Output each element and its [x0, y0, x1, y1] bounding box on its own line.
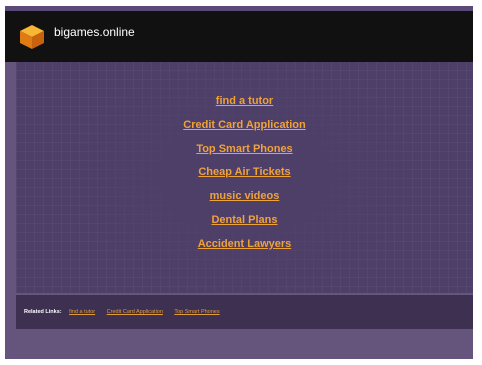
link-find-a-tutor[interactable]: find a tutor: [16, 94, 473, 118]
sponsored-links-list: find a tutor Credit Card Application Top…: [16, 94, 473, 261]
related-links-footer: Related Links: find a tutor Credit Card …: [16, 295, 473, 329]
link-music-videos[interactable]: music videos: [16, 189, 473, 213]
related-links-row: Related Links: find a tutor Credit Card …: [24, 308, 230, 316]
bottom-band: [5, 329, 473, 359]
related-links-label: Related Links:: [24, 309, 62, 315]
main-content: find a tutor Credit Card Application Top…: [16, 62, 473, 293]
link-cheap-air-tickets[interactable]: Cheap Air Tickets: [16, 165, 473, 189]
footer-link-credit-card-application[interactable]: Credit Card Application: [107, 309, 163, 315]
orange-cube-logo-icon[interactable]: [18, 23, 46, 51]
footer-link-find-a-tutor[interactable]: find a tutor: [69, 309, 95, 315]
site-name[interactable]: bigames.online: [54, 24, 135, 40]
link-top-smart-phones[interactable]: Top Smart Phones: [16, 142, 473, 166]
footer-link-top-smart-phones[interactable]: Top Smart Phones: [174, 309, 219, 315]
parked-domain-page: bigames.online find a tutor Credit Card …: [5, 6, 473, 359]
link-dental-plans[interactable]: Dental Plans: [16, 213, 473, 237]
link-accident-lawyers[interactable]: Accident Lawyers: [16, 237, 473, 261]
link-credit-card-application[interactable]: Credit Card Application: [16, 118, 473, 142]
header-bar: bigames.online: [5, 11, 473, 62]
